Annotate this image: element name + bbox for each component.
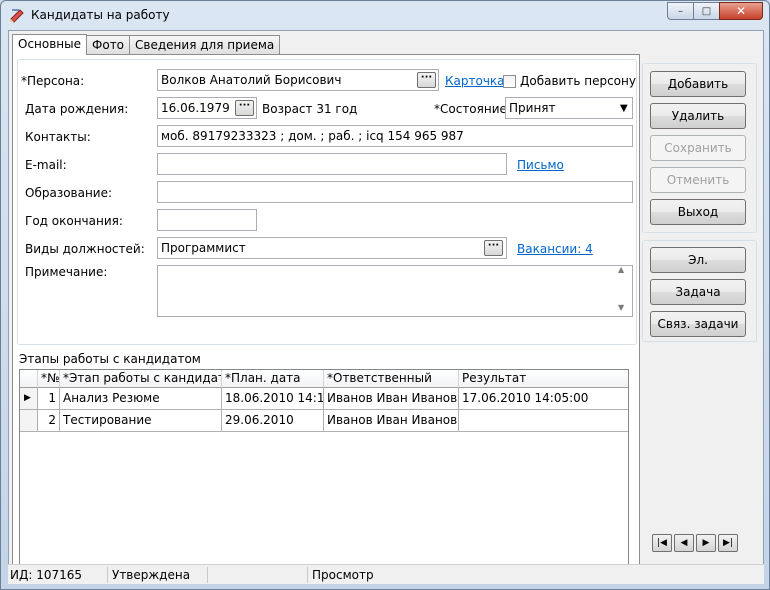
window-title: Кандидаты на работу xyxy=(31,8,170,22)
table-cell[interactable]: Иванов Иван Иванович xyxy=(324,410,459,432)
column-header[interactable]: *План. дата xyxy=(222,370,324,388)
table-cell[interactable]: 1 xyxy=(38,388,60,410)
maximize-button[interactable]: □ xyxy=(693,2,720,20)
graduation-year-field[interactable] xyxy=(157,209,257,231)
next-record-button[interactable]: ▶ xyxy=(696,534,716,552)
status-bar: ИД: 107165 Утверждена Просмотр xyxy=(8,564,764,584)
edocs-button[interactable]: Эл. документы xyxy=(650,247,746,291)
column-header[interactable]: Результат xyxy=(459,370,628,388)
table-cell[interactable] xyxy=(459,410,628,432)
table-cell[interactable]: 17.06.2010 14:05:00 xyxy=(459,388,628,410)
person-label: *Персона: xyxy=(21,74,85,88)
education-field[interactable] xyxy=(157,181,633,203)
last-record-button[interactable]: ▶| xyxy=(718,534,738,552)
column-header[interactable]: *Этап работы с кандидатом xyxy=(60,370,222,388)
status-mode: Просмотр xyxy=(312,568,374,582)
contacts-label: Контакты: xyxy=(25,130,91,144)
stages-group-title: Этапы работы с кандидатом xyxy=(19,352,203,366)
add-person-label: Добавить персону xyxy=(520,74,636,88)
title-bar[interactable]: Кандидаты на работу – □ ✕ xyxy=(1,1,769,29)
age-text: Возраст 31 год xyxy=(262,102,358,116)
cancel-button[interactable]: Отменить xyxy=(650,167,746,193)
first-record-button[interactable]: |◀ xyxy=(652,534,672,552)
person-field[interactable]: Волков Анатолий Борисович xyxy=(157,69,439,91)
email-field[interactable] xyxy=(157,153,507,175)
positions-field[interactable]: Программист xyxy=(157,237,507,259)
positions-select-button[interactable]: ··· xyxy=(484,240,503,256)
card-link[interactable]: Карточка xyxy=(445,74,505,88)
column-header[interactable]: *Ответственный xyxy=(324,370,459,388)
chevron-down-icon[interactable]: ▼ xyxy=(620,103,628,114)
table-cell[interactable]: 2 xyxy=(38,410,60,432)
table-cell[interactable]: Анализ Резюме xyxy=(60,388,222,410)
education-label: Образование: xyxy=(25,186,113,200)
birth-date-label: Дата рождения: xyxy=(25,102,129,116)
tab-strip: Основные Фото Сведения для приема xyxy=(12,34,281,55)
email-label: E-mail: xyxy=(25,158,67,172)
column-header[interactable]: *№ xyxy=(38,370,60,388)
save-button[interactable]: Сохранить xyxy=(650,135,746,161)
task-button[interactable]: Задача xyxy=(650,279,746,305)
tab-photo[interactable]: Фото xyxy=(86,35,131,55)
vacancies-link[interactable]: Вакансии: 4 xyxy=(517,242,593,256)
status-approval: Утверждена xyxy=(110,567,208,583)
app-window: Кандидаты на работу – □ ✕ Основные Фото … xyxy=(0,0,770,590)
state-label: *Состояние: xyxy=(434,102,511,116)
date-picker-button[interactable]: ··· xyxy=(235,100,254,116)
tab-main[interactable]: Основные xyxy=(12,34,88,55)
client-area: Основные Фото Сведения для приема *Персо… xyxy=(8,30,764,584)
positions-label: Виды должностей: xyxy=(25,242,145,256)
minimize-button[interactable]: – xyxy=(667,2,694,20)
delete-button[interactable]: Удалить xyxy=(650,103,746,129)
note-textarea[interactable] xyxy=(157,265,633,317)
scroll-up-icon[interactable]: ▲ xyxy=(618,265,624,274)
contacts-field[interactable]: моб. 89179233323 ; дом. ; раб. ; icq 154… xyxy=(157,125,633,147)
stages-grid: *№ *Этап работы с кандидатом *План. дата… xyxy=(19,369,629,583)
letter-link[interactable]: Письмо xyxy=(517,158,564,172)
prev-record-button[interactable]: ◀ xyxy=(674,534,694,552)
app-icon xyxy=(10,9,24,23)
row-indicator-header xyxy=(20,370,38,388)
person-select-button[interactable]: ··· xyxy=(417,72,436,88)
linked-tasks-button[interactable]: Связ. задачи xyxy=(650,311,746,337)
close-button[interactable]: ✕ xyxy=(719,2,763,20)
state-dropdown[interactable]: Принят xyxy=(505,97,633,119)
add-person-checkbox[interactable] xyxy=(503,75,516,88)
status-record-id: ИД: 107165 xyxy=(8,567,108,583)
table-cell[interactable]: Тестирование xyxy=(60,410,222,432)
note-label: Примечание: xyxy=(25,265,108,279)
status-empty xyxy=(210,567,308,583)
table-cell[interactable]: 29.06.2010 xyxy=(222,410,324,432)
exit-button[interactable]: Выход xyxy=(650,199,746,225)
add-button[interactable]: Добавить xyxy=(650,71,746,97)
graduation-year-label: Год окончания: xyxy=(25,214,123,228)
scroll-down-icon[interactable]: ▼ xyxy=(618,303,624,312)
main-tab-panel: *Персона: Волков Анатолий Борисович ··· … xyxy=(12,54,640,583)
tab-hiring-info[interactable]: Сведения для приема xyxy=(129,35,281,55)
table-cell[interactable]: Иванов Иван Иванович xyxy=(324,388,459,410)
current-row-icon: ▶ xyxy=(20,388,38,410)
row-indicator xyxy=(20,410,38,432)
table-cell[interactable]: 18.06.2010 14:12:… xyxy=(222,388,324,410)
